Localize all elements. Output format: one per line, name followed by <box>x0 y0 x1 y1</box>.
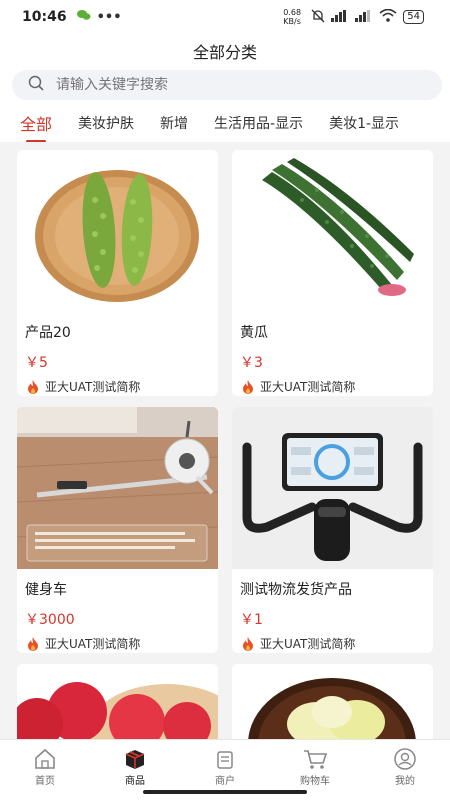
tab-new[interactable]: 新增 <box>160 113 188 133</box>
cart-icon <box>304 750 328 769</box>
shop-name: 亚大UAT测试简称 <box>45 637 141 651</box>
page-title: 全部分类 <box>192 43 257 62</box>
shop-name: 亚大UAT测试简称 <box>260 637 356 651</box>
battery-icon: 54 <box>403 10 424 24</box>
wechat-icon <box>76 9 91 25</box>
net-speed: 0.68 KB/s <box>283 8 302 26</box>
product-price: ￥3000 <box>25 612 75 628</box>
status-time: 10:46 <box>22 9 67 25</box>
search-box[interactable] <box>12 70 442 100</box>
flame-icon <box>243 636 253 651</box>
product-price: ￥3 <box>240 355 263 371</box>
product-card[interactable]: 测试物流发货产品 ￥1 亚大UAT测试简称 <box>232 407 433 653</box>
flame-icon <box>28 636 38 651</box>
product-card[interactable] <box>232 664 433 739</box>
home-indicator[interactable] <box>143 790 307 794</box>
product-card[interactable]: 健身车 ￥3000 亚大UAT测试简称 <box>17 407 218 653</box>
search-input[interactable] <box>54 76 418 94</box>
product-price: ￥5 <box>25 355 48 371</box>
nav-label: 商品 <box>125 776 145 787</box>
shop-name: 亚大UAT测试简称 <box>260 380 356 394</box>
nav-item-home[interactable]: 首页 <box>0 740 90 801</box>
product-grid: 产品20 ￥5 亚大UAT测试简称 黄瓜 ￥3 亚大UAT测试简称 健身车 ￥3… <box>0 142 450 739</box>
tab-daily-goods[interactable]: 生活用品-显示 <box>214 113 303 133</box>
nav-label: 我的 <box>395 776 415 787</box>
shop-name: 亚大UAT测试简称 <box>45 380 141 394</box>
search-icon <box>12 75 44 95</box>
home-icon <box>35 748 55 769</box>
nav-item-mine[interactable]: 我的 <box>360 740 450 801</box>
product-name: 健身车 <box>25 582 67 598</box>
tab-all[interactable]: 全部 <box>20 111 52 142</box>
tab-beauty-skincare[interactable]: 美妆护肤 <box>78 113 134 133</box>
more-dots-icon: ••• <box>96 9 122 25</box>
product-image <box>232 150 433 312</box>
nav-label: 购物车 <box>300 776 330 787</box>
product-image <box>17 407 218 569</box>
store-icon <box>217 751 233 769</box>
status-bar: 10:46 ••• 0.68 KB/s 54 <box>0 0 450 34</box>
box-icon <box>125 750 145 769</box>
nav-label: 首页 <box>35 776 55 787</box>
product-image <box>232 664 433 739</box>
signal-2-icon <box>355 9 373 25</box>
product-name: 产品20 <box>25 325 71 341</box>
product-image <box>17 150 218 312</box>
product-price: ￥1 <box>240 612 263 628</box>
tab-beauty1[interactable]: 美妆1-显示 <box>329 113 399 133</box>
product-card[interactable] <box>17 664 218 739</box>
signal-icon <box>331 9 349 25</box>
page-title-bar: 全部分类 <box>0 34 450 68</box>
wifi-icon <box>379 8 397 25</box>
category-tabs: 全部 美妆护肤 新增 生活用品-显示 美妆1-显示 <box>0 104 450 142</box>
product-name: 测试物流发货产品 <box>240 582 352 598</box>
product-name: 黄瓜 <box>240 325 268 341</box>
user-icon <box>394 748 416 770</box>
flame-icon <box>28 379 38 394</box>
product-image <box>232 407 433 569</box>
product-card[interactable]: 产品20 ￥5 亚大UAT测试简称 <box>17 150 218 396</box>
flame-icon <box>243 379 253 394</box>
product-image <box>17 664 218 739</box>
mute-icon <box>311 9 325 26</box>
product-card[interactable]: 黄瓜 ￥3 亚大UAT测试简称 <box>232 150 433 396</box>
nav-label: 商户 <box>215 776 235 787</box>
